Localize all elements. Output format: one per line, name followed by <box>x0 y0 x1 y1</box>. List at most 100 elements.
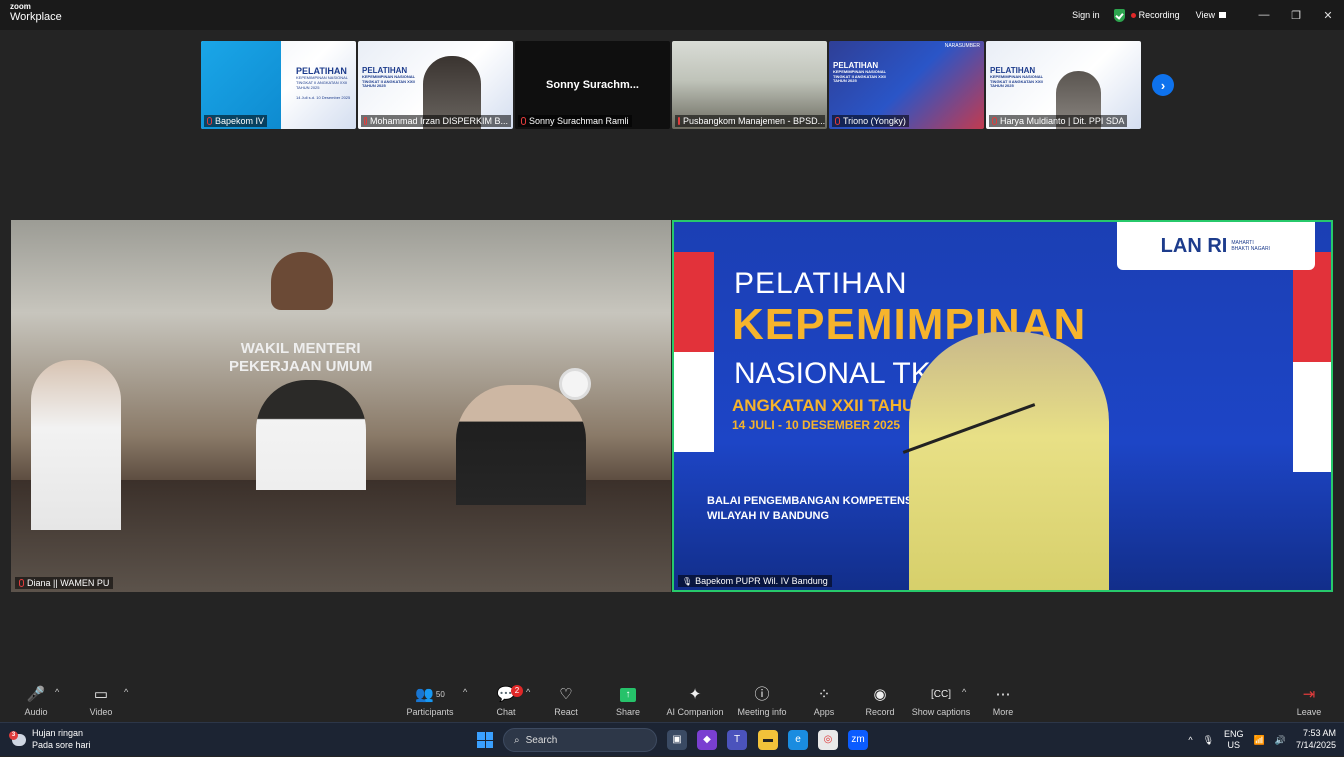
participant-name: Bapekom PUPR Wil. IV Bandung <box>695 576 828 586</box>
file-explorer-icon[interactable]: ▬ <box>758 730 778 750</box>
encryption-shield-icon[interactable] <box>1113 8 1125 22</box>
participant-name: Diana || WAMEN PU <box>27 578 110 588</box>
mic-muted-icon <box>364 117 367 125</box>
participant-tile[interactable]: PELATIHAN KEPEMIMPINAN NASIONAL TINGKAT … <box>358 41 513 129</box>
participant-tile[interactable]: Sonny Surachm... Sonny Surachman Ramli <box>515 41 670 129</box>
show-hidden-icons-chevron-icon[interactable]: ^ <box>1188 735 1192 745</box>
wifi-icon[interactable]: 📶 <box>1254 735 1265 746</box>
slide-subtitle: KEPEMIMPINAN NASIONAL TINGKAT II ANGKATA… <box>990 74 1044 89</box>
edge-icon[interactable]: e <box>788 730 808 750</box>
more-button[interactable]: ⋯ More <box>968 685 1038 717</box>
next-page-chevron-icon[interactable]: › <box>1152 74 1174 96</box>
volume-icon[interactable]: 🔊 <box>1275 735 1286 746</box>
participant-tile[interactable]: PELATIHAN KEPEMIMPINAN NASIONAL TINGKAT … <box>201 41 356 129</box>
audio-options-caret-icon[interactable]: ^ <box>55 687 59 697</box>
meeting-info-button[interactable]: ⓘ Meeting info <box>727 685 797 717</box>
leave-label: Leave <box>1296 707 1322 717</box>
recording-indicator[interactable]: Recording <box>1139 10 1180 20</box>
participant-tile[interactable]: Pusbangkom Manajemen - BPSD... <box>672 41 827 129</box>
ai-companion-label: AI Companion <box>666 707 724 717</box>
participant-tile[interactable]: PELATIHAN KEPEMIMPINAN NASIONAL TINGKAT … <box>986 41 1141 129</box>
zoom-taskbar-icon[interactable]: zm <box>848 730 868 750</box>
view-button[interactable]: View <box>1196 10 1226 20</box>
share-button[interactable]: ↑ Share <box>593 685 663 717</box>
participant-strip: PELATIHAN KEPEMIMPINAN NASIONAL TINGKAT … <box>201 41 1141 129</box>
participant-name-label: Mohammad Irzan DISPERKIM B... <box>361 115 511 127</box>
search-icon: ⌕ <box>514 734 520 746</box>
audio-label: Audio <box>24 707 48 717</box>
wall-text-line2: PEKERJAAN UMUM <box>229 358 373 375</box>
teams-icon[interactable]: T <box>727 730 747 750</box>
leave-icon: ⇥ <box>1302 686 1316 703</box>
microphone-tray-icon[interactable]: 🎙 <box>1203 735 1214 746</box>
windows-start-icon[interactable] <box>477 732 493 748</box>
audio-button[interactable]: 🎤 Audio <box>1 685 71 717</box>
mic-muted-icon <box>835 117 840 125</box>
weather-title: Hujan ringan <box>32 728 84 738</box>
taskbar-search-box[interactable]: ⌕ Search <box>503 728 657 752</box>
meeting-toolbar: 🎤 Audio ^ ▭ Video ^ 👥 50 Participants ^ 💬 2 Ch… <box>0 680 1344 722</box>
more-label: More <box>992 707 1014 717</box>
participants-label: Participants <box>406 707 454 717</box>
clock[interactable]: 7:53 AM 7/14/2025 <box>1296 728 1336 751</box>
date: 7/14/2025 <box>1295 740 1336 750</box>
brand-top: zoom <box>10 2 31 11</box>
slide-line1: PELATIHAN <box>734 267 908 300</box>
react-button[interactable]: ♡ React <box>531 685 601 717</box>
video-options-caret-icon[interactable]: ^ <box>124 687 128 697</box>
leave-button[interactable]: ⇥ Leave <box>1274 685 1344 717</box>
participants-count: 50 <box>435 690 445 699</box>
info-icon: ⓘ <box>754 686 770 703</box>
captions-label: Show captions <box>911 707 971 717</box>
app-logo: zoom Workplace <box>10 3 62 23</box>
participants-options-caret-icon[interactable]: ^ <box>463 687 467 697</box>
participants-icon: 👥 <box>415 686 434 703</box>
participant-name: Triono (Yongky) <box>843 116 906 126</box>
mic-muted-icon <box>207 117 212 125</box>
video-tile-right-active-speaker[interactable]: LAN RI MAHARTI BHAKTI NAGARI PELATIHAN KE… <box>672 220 1333 592</box>
flag-decor <box>1293 252 1331 472</box>
speaker-icon: 🎙 <box>682 576 693 586</box>
participant-name-label: Diana || WAMEN PU <box>15 577 114 589</box>
view-grid-icon <box>1219 12 1226 18</box>
sparkle-icon: ✦ <box>688 686 702 703</box>
chat-badge: 2 <box>511 685 523 697</box>
close-icon[interactable]: ✕ <box>1312 9 1344 22</box>
flag-decor <box>674 252 714 452</box>
participant-name-label: Sonny Surachman Ramli <box>518 115 632 127</box>
slide-subtitle: KEPEMIMPINAN NASIONAL TINGKAT II ANGKATA… <box>362 74 416 89</box>
mic-muted-icon <box>19 579 24 587</box>
heart-icon: ♡ <box>559 686 573 703</box>
captions-options-caret-icon[interactable]: ^ <box>962 687 966 697</box>
video-tile-left[interactable]: WAKIL MENTERI PEKERJAAN UMUM Diana || WA… <box>11 220 671 592</box>
ai-companion-button[interactable]: ✦ AI Companion <box>660 685 730 717</box>
chat-options-caret-icon[interactable]: ^ <box>526 687 530 697</box>
recording-dot-icon <box>1130 12 1136 18</box>
meeting-info-label: Meeting info <box>737 707 787 717</box>
search-label: Search <box>525 734 558 746</box>
lan-ri-logo: LAN RI MAHARTI BHAKTI NAGARI <box>1117 222 1315 270</box>
record-button[interactable]: ◉ Record <box>845 685 915 717</box>
mic-muted-icon <box>678 117 680 125</box>
participant-name-label: Triono (Yongky) <box>832 115 909 127</box>
participant-tile[interactable]: PELATIHAN KEPEMIMPINAN NASIONAL TINGKAT … <box>829 41 984 129</box>
minimize-icon[interactable]: — <box>1248 9 1280 21</box>
weather-widget[interactable]: 3 Hujan ringan Pada sore hari <box>9 728 91 751</box>
task-view-icon[interactable]: ▣ <box>667 730 687 750</box>
mic-muted-icon <box>521 117 526 125</box>
lang-code: ENG <box>1224 729 1244 740</box>
sign-in-button[interactable]: Sign in <box>1072 10 1100 20</box>
speaker-person <box>909 332 1109 590</box>
language-indicator[interactable]: ENG US <box>1224 729 1244 751</box>
participant-name-label: 🎙 Bapekom PUPR Wil. IV Bandung <box>678 575 832 587</box>
restore-icon[interactable]: ❐ <box>1280 9 1312 22</box>
mic-muted-icon: 🎤 <box>26 686 46 703</box>
chrome-icon[interactable]: ◎ <box>818 730 838 750</box>
slide-subtitle: KEPEMIMPINAN NASIONAL TINGKAT II ANGKATA… <box>296 75 348 90</box>
participant-name: Pusbangkom Manajemen - BPSD... <box>683 116 825 126</box>
copilot-icon[interactable]: ◆ <box>697 730 717 750</box>
participants-button[interactable]: 👥 50 Participants <box>395 685 465 717</box>
wall-text-line1: WAKIL MENTERI <box>240 340 361 357</box>
person-video <box>456 385 586 505</box>
share-screen-icon: ↑ <box>620 688 636 703</box>
